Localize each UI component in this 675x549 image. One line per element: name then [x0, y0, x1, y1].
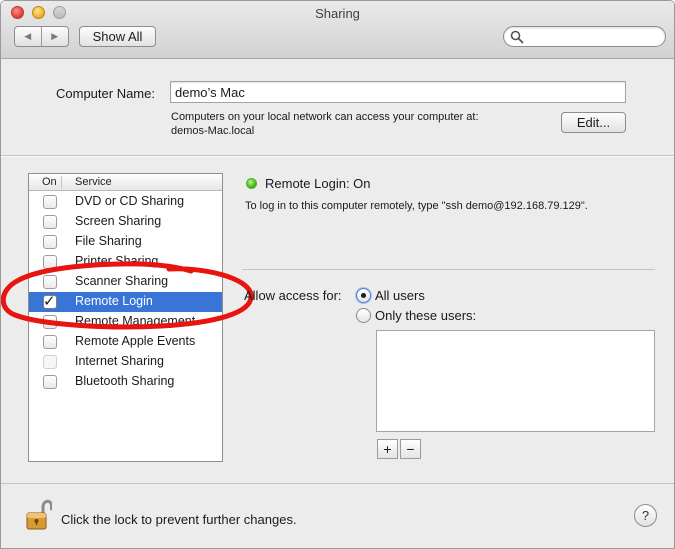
sharing-window: Sharing ◀ ▶ Show All Computer Name: demo… — [0, 0, 675, 549]
remote-login-status: Remote Login: On — [265, 176, 371, 191]
allowed-users-list[interactable] — [376, 330, 655, 432]
allow-access-label: Allow access for: — [244, 288, 342, 303]
edit-button[interactable]: Edit... — [561, 112, 626, 133]
add-user-button[interactable]: + — [377, 439, 398, 459]
all-users-radio[interactable] — [356, 288, 371, 303]
service-checkbox[interactable] — [43, 255, 57, 269]
checkmark-icon: ✓ — [43, 293, 56, 310]
service-checkbox[interactable]: ✓ — [43, 293, 57, 310]
search-field[interactable] — [503, 26, 666, 47]
service-checkbox[interactable] — [43, 275, 57, 289]
service-list-header: On Service — [29, 174, 222, 191]
service-row[interactable]: Printer Sharing — [29, 252, 222, 272]
service-row[interactable]: Internet Sharing — [29, 352, 222, 372]
service-label: Bluetooth Sharing — [75, 374, 175, 388]
status-indicator-icon — [246, 178, 257, 189]
service-row[interactable]: ✓ Remote Login — [29, 292, 222, 312]
service-checkbox[interactable] — [43, 375, 57, 389]
detail-divider — [242, 269, 655, 270]
service-label: File Sharing — [75, 234, 142, 248]
search-input[interactable] — [526, 29, 658, 44]
remove-user-button[interactable]: − — [400, 439, 421, 459]
service-label: Remote Management — [75, 314, 196, 328]
service-row[interactable]: Remote Management — [29, 312, 222, 332]
service-label: Printer Sharing — [75, 254, 159, 268]
help-button[interactable]: ? — [634, 504, 657, 527]
service-label: Scanner Sharing — [75, 274, 169, 288]
service-checkbox[interactable] — [43, 215, 57, 229]
service-label: Remote Apple Events — [75, 334, 196, 348]
all-users-label[interactable]: All users — [375, 288, 425, 303]
service-row[interactable]: DVD or CD Sharing — [29, 192, 222, 212]
service-row[interactable]: File Sharing — [29, 232, 222, 252]
back-button[interactable]: ◀ — [15, 27, 42, 46]
remote-login-instructions: To log in to this computer remotely, typ… — [245, 200, 588, 212]
forward-button[interactable]: ▶ — [42, 27, 69, 46]
service-checkbox[interactable] — [43, 335, 57, 349]
footer-divider — [1, 483, 674, 484]
titlebar: Sharing ◀ ▶ Show All — [1, 1, 674, 59]
local-hostname: demos-Mac.local — [171, 125, 255, 137]
service-checkbox — [43, 355, 57, 369]
window-title: Sharing — [315, 6, 360, 21]
show-all-button[interactable]: Show All — [79, 26, 156, 47]
computer-name-field[interactable]: demo’s Mac — [170, 81, 626, 103]
computer-name-label: Computer Name: — [56, 86, 155, 101]
only-these-users-label[interactable]: Only these users: — [375, 308, 476, 323]
service-label: Remote Login — [75, 294, 153, 308]
lock-message: Click the lock to prevent further change… — [61, 512, 297, 527]
service-row[interactable]: Screen Sharing — [29, 212, 222, 232]
network-info-text: Computers on your local network can acce… — [171, 111, 479, 123]
search-icon — [510, 30, 524, 44]
service-row[interactable]: Bluetooth Sharing — [29, 372, 222, 392]
service-label: Internet Sharing — [75, 354, 164, 368]
service-row[interactable]: Remote Apple Events — [29, 332, 222, 352]
column-service-header[interactable]: Service — [75, 176, 112, 188]
service-label: DVD or CD Sharing — [75, 194, 185, 208]
back-forward-control: ◀ ▶ — [14, 26, 69, 47]
service-row[interactable]: Scanner Sharing — [29, 272, 222, 292]
only-these-users-radio[interactable] — [356, 308, 371, 323]
service-label: Screen Sharing — [75, 214, 162, 228]
section-divider-highlight — [1, 156, 674, 157]
service-checkbox[interactable] — [43, 315, 57, 329]
column-on-header[interactable]: On — [34, 176, 62, 189]
service-checkbox[interactable] — [43, 235, 57, 249]
service-checkbox[interactable] — [43, 195, 57, 209]
service-list: On Service DVD or CD Sharing Screen Shari… — [28, 173, 223, 462]
unlocked-lock-icon[interactable] — [26, 499, 52, 531]
